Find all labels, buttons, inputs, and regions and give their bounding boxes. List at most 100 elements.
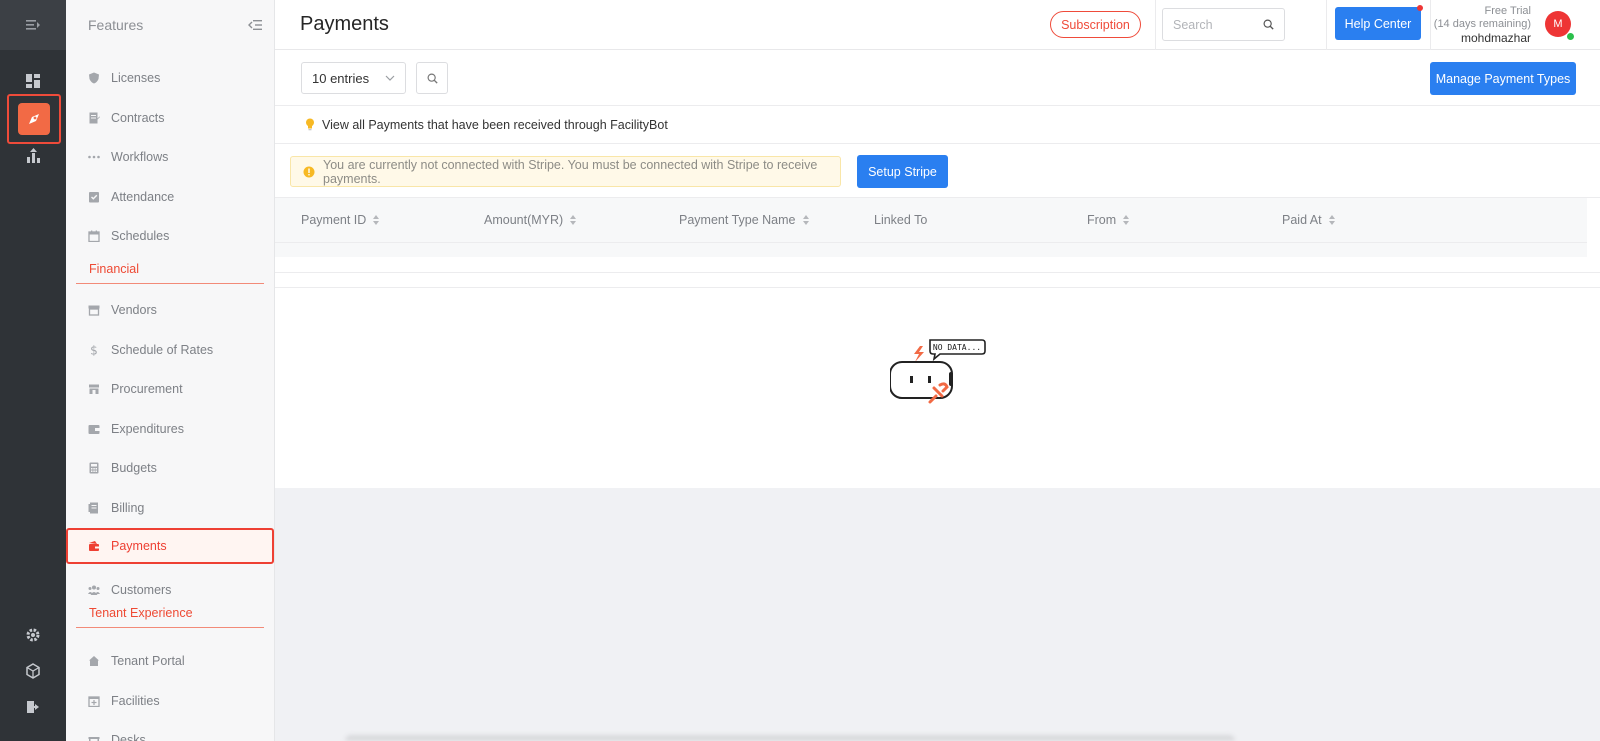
sidebar-item-billing[interactable]: Billing (66, 490, 274, 526)
row-divider (275, 272, 1600, 273)
sort-icon (1123, 215, 1130, 225)
sidebar-item-licenses[interactable]: Licenses (66, 60, 274, 96)
calendar-icon (88, 230, 100, 242)
empty-state: NO DATA... (887, 332, 1000, 412)
shield-icon (89, 72, 99, 84)
sidebar-item-facilities[interactable]: Facilities (66, 683, 274, 719)
gear-icon (26, 628, 40, 642)
cube-icon (26, 663, 40, 679)
subscription-button[interactable]: Subscription (1050, 11, 1141, 38)
desk-icon (88, 737, 100, 741)
sidebar-item-attendance[interactable]: Attendance (66, 179, 274, 215)
sidebar-item-procurement[interactable]: Procurement (66, 371, 274, 407)
contract-icon (89, 112, 100, 124)
sidebar-item-schedules[interactable]: Schedules (66, 218, 274, 254)
entries-select[interactable]: 10 entries (301, 62, 406, 94)
dashboard-icon (26, 74, 40, 88)
trial-days-remaining: (14 days remaining) (1433, 18, 1531, 30)
calendar-plus-icon (88, 696, 100, 707)
sidebar-item-budgets[interactable]: Budgets (66, 450, 274, 486)
sidebar-item-label: Desks (111, 733, 146, 741)
column-payment-id[interactable]: Payment ID (301, 213, 380, 227)
column-label: Paid At (1282, 213, 1322, 227)
sidebar-item-contracts[interactable]: Contracts (66, 100, 274, 136)
sidebar-item-label: Attendance (111, 190, 175, 204)
trial-info: Free Trial (14 days remaining) mohdmazha… (1431, 5, 1531, 45)
sidebar-item-customers[interactable]: Customers (66, 572, 274, 608)
calculator-icon (89, 462, 99, 474)
sidebar-item-vendors[interactable]: Vendors (66, 292, 274, 328)
column-label: From (1087, 213, 1117, 227)
stripe-warning-row: You are currently not connected with Str… (275, 144, 1600, 198)
menu-toggle[interactable] (0, 0, 66, 50)
app-rail (0, 0, 66, 741)
logout-icon (27, 701, 39, 713)
rail-modules[interactable] (0, 655, 66, 687)
sidebar-item-workflows[interactable]: Workflows (66, 139, 274, 175)
sidebar-item-payments[interactable]: Payments (66, 528, 274, 564)
sidebar-item-desks[interactable]: Desks (66, 722, 274, 741)
sidebar-item-label: Budgets (111, 461, 157, 475)
rail-dashboard[interactable] (0, 65, 66, 97)
column-amount[interactable]: Amount(MYR) (484, 213, 577, 227)
section-financial: Financial (76, 262, 264, 284)
table-spacer (275, 243, 1587, 257)
analytics-icon (27, 148, 40, 163)
receipt-icon (88, 502, 98, 514)
sidebar-item-expenditures[interactable]: Expenditures (66, 411, 274, 447)
features-sidebar: Features Licenses Contracts Workflows At… (66, 0, 275, 741)
rail-logout[interactable] (0, 691, 66, 723)
search-box[interactable] (1162, 8, 1285, 41)
sidebar-item-label: Vendors (111, 303, 157, 317)
column-from[interactable]: From (1087, 213, 1130, 227)
no-data-robot-icon: NO DATA... (887, 339, 986, 404)
header-divider (1326, 0, 1327, 50)
store-icon (88, 305, 100, 316)
setup-stripe-button[interactable]: Setup Stripe (857, 155, 948, 188)
search-input[interactable] (1173, 17, 1263, 32)
lightbulb-icon (306, 118, 314, 131)
sidebar-item-label: Workflows (111, 150, 169, 164)
warning-text: You are currently not connected with Str… (323, 157, 818, 186)
svg-text:$: $ (90, 344, 98, 356)
sidebar-item-label: Procurement (111, 382, 183, 396)
sidebar-item-label: Schedules (111, 229, 170, 243)
table-toolbar: 10 entries Manage Payment Types (275, 50, 1600, 106)
column-payment-type-name[interactable]: Payment Type Name (679, 213, 809, 227)
sort-icon (570, 215, 577, 225)
warning-icon (303, 166, 315, 177)
column-label: Payment Type Name (679, 213, 796, 227)
table-search-button[interactable] (416, 62, 448, 94)
row-divider (275, 287, 1600, 288)
sidebar-item-tenant-portal[interactable]: Tenant Portal (66, 643, 274, 679)
rocket-icon (29, 114, 39, 124)
payments-panel: 10 entries Manage Payment Types View all… (275, 50, 1600, 488)
rail-settings[interactable] (0, 619, 66, 651)
sidebar-item-label: Contracts (111, 111, 165, 125)
sidebar-item-label: Customers (111, 583, 172, 597)
help-center-button[interactable]: Help Center (1335, 5, 1423, 40)
bottom-shadow (345, 735, 1235, 741)
username: mohdmazhar (1460, 31, 1531, 45)
trial-status: Free Trial (1484, 5, 1531, 17)
shop-icon (89, 384, 99, 394)
manage-payment-types-button[interactable]: Manage Payment Types (1430, 62, 1576, 95)
sidebar-item-schedule-of-rates[interactable]: $ Schedule of Rates (66, 332, 274, 368)
collapse-sidebar-icon[interactable] (248, 19, 262, 31)
column-paid-at[interactable]: Paid At (1282, 213, 1335, 227)
dollar-icon: $ (90, 344, 98, 356)
header-divider (1155, 0, 1156, 50)
avatar[interactable]: M (1545, 11, 1575, 41)
stripe-warning: You are currently not connected with Str… (290, 156, 841, 187)
entries-value: 10 entries (312, 70, 370, 86)
help-center-label: Help Center (1344, 16, 1412, 31)
sort-icon (373, 215, 380, 225)
search-icon[interactable] (1263, 18, 1274, 31)
info-text: View all Payments that have been receive… (322, 117, 668, 132)
people-icon (88, 585, 100, 595)
sidebar-item-label: Schedule of Rates (111, 343, 214, 357)
rail-analytics[interactable] (0, 140, 66, 172)
rail-features[interactable] (7, 94, 61, 144)
section-tenant-experience: Tenant Experience (76, 606, 264, 628)
chevron-down-icon (385, 75, 395, 81)
